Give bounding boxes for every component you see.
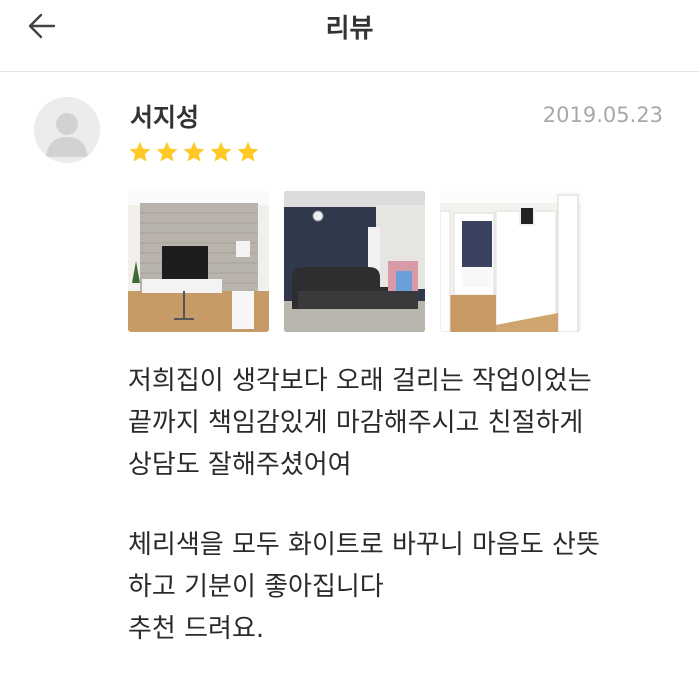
review-text: 저희집이 생각보다 오래 걸리는 작업이었는 끝까지 책임감있게 마감해주시고 … [128, 360, 668, 650]
default-user-icon [34, 97, 100, 163]
review-text-line: 하고 기분이 좋아집니다 [128, 572, 384, 602]
star-rating [128, 140, 260, 166]
star-icon [210, 141, 232, 162]
review-text-line: 추천 드려요. [128, 614, 265, 644]
review-photo-living-room[interactable] [128, 191, 269, 332]
review-text-line: 저희집이 생각보다 오래 걸리는 작업이었는 [128, 366, 592, 396]
review-date: 2019.05.23 [542, 103, 663, 127]
review-text-line: 끝까지 책임감있게 마감해주시고 친절하게 [128, 408, 584, 438]
star-icon [156, 141, 178, 162]
avatar [34, 97, 100, 163]
star-icon [129, 141, 151, 162]
review-text-line: 체리색을 모두 화이트로 바꾸니 마음도 산뜻 [128, 530, 600, 560]
review-photo-sofa[interactable] [284, 191, 425, 332]
top-app-bar: 리뷰 [0, 0, 699, 72]
star-icon [183, 141, 205, 162]
page-title: 리뷰 [325, 14, 374, 44]
review-text-line: 상담도 잘해주셨어여 [128, 450, 352, 480]
photo-gallery [128, 191, 581, 332]
reviewer-name: 서지성 [130, 103, 200, 132]
star-icon [237, 141, 259, 162]
review-photo-hallway[interactable] [440, 191, 581, 332]
